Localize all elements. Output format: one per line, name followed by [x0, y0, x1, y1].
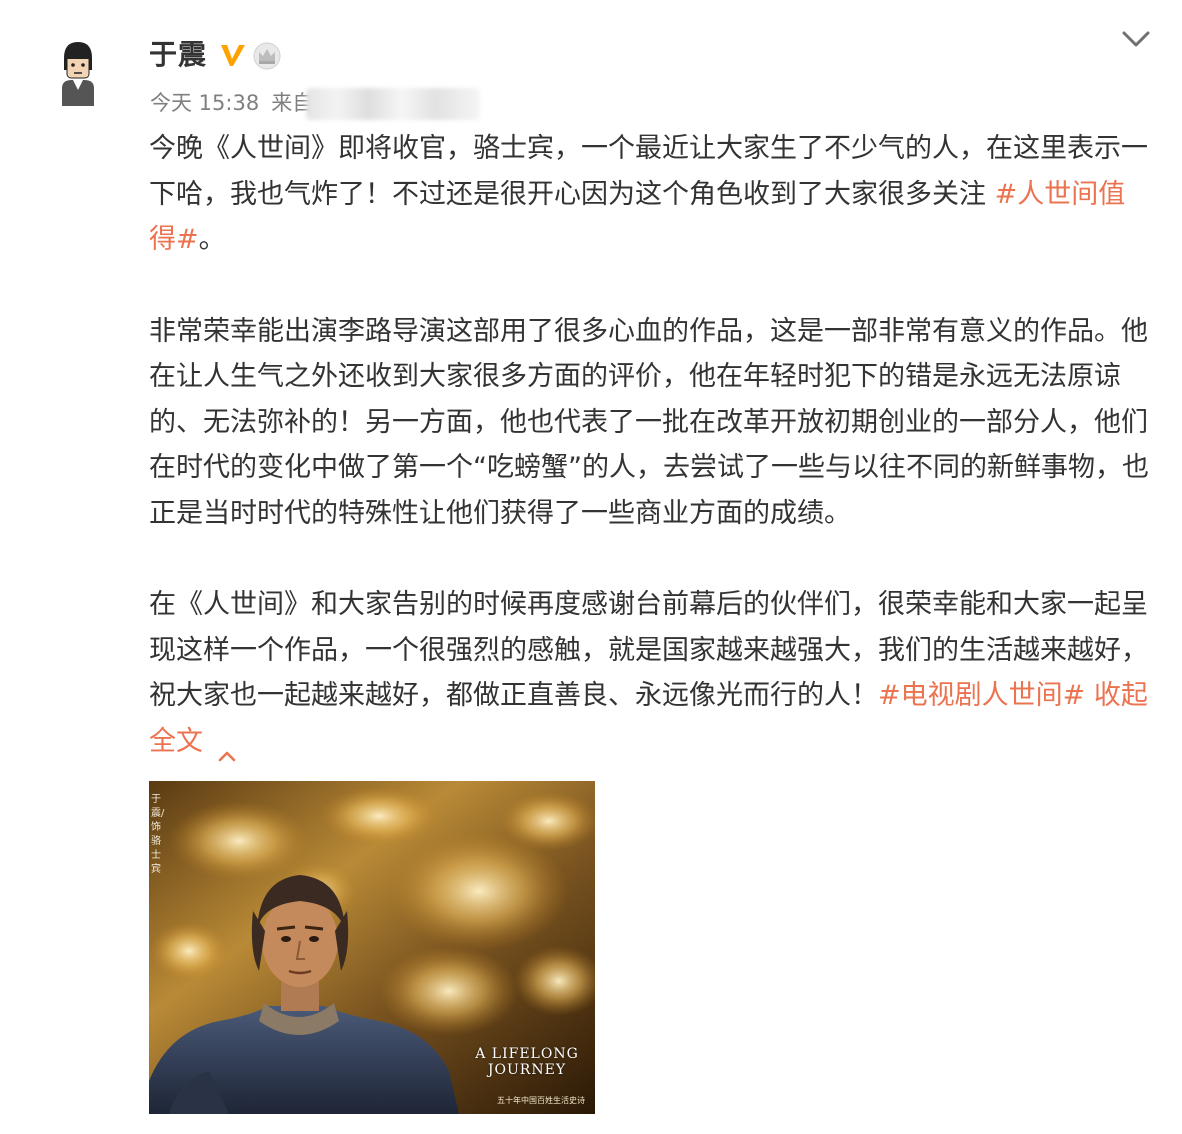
source-device-blurred [306, 88, 480, 120]
weibo-post: 于震 今天 15:38 来自 今晚《人世间》即将收官，骆士宾，一个最近让大家生了不… [0, 0, 1182, 1134]
chevron-down-icon[interactable] [1118, 26, 1154, 52]
post-meta: 今天 15:38 来自 [150, 86, 313, 120]
poster-vertical-text: 于震/饰骆士宾 [151, 794, 165, 875]
paragraph-1-tail: 。 [198, 224, 226, 255]
paragraph-2: 非常荣幸能出演李路导演这部用了很多心血的作品，这是一部非常有意义的作品。他在让人… [149, 309, 1149, 537]
user-name[interactable]: 于震 [149, 34, 207, 76]
paragraph-1: 今晚《人世间》即将收官，骆士宾，一个最近让大家生了不少气的人，在这里表示一下哈，… [149, 126, 1149, 263]
poster-credit: 五十年中国百姓生活史诗 [497, 1096, 585, 1105]
post-content: 今晚《人世间》即将收官，骆士宾，一个最近让大家生了不少气的人，在这里表示一下哈，… [149, 126, 1149, 764]
verified-v-icon [218, 40, 248, 70]
post-image[interactable]: 于震/饰骆士宾 A LIFELONG JOURNEY 五十年中国百姓生活史诗 [149, 781, 595, 1114]
chevron-up-icon[interactable] [217, 732, 237, 762]
poster-title: A LIFELONG JOURNEY [475, 1046, 579, 1078]
post-time[interactable]: 今天 15:38 [150, 91, 259, 115]
crown-icon[interactable] [252, 42, 282, 70]
hashtag-link[interactable]: #电视剧人世间# [878, 680, 1085, 711]
paragraph-3: 在《人世间》和大家告别的时候再度感谢台前幕后的伙伴们，很荣幸能和大家一起呈现这样… [149, 582, 1149, 764]
paragraph-2-text: 非常荣幸能出演李路导演这部用了很多心血的作品，这是一部非常有意义的作品。他在让人… [149, 315, 1149, 529]
avatar[interactable] [56, 40, 100, 106]
